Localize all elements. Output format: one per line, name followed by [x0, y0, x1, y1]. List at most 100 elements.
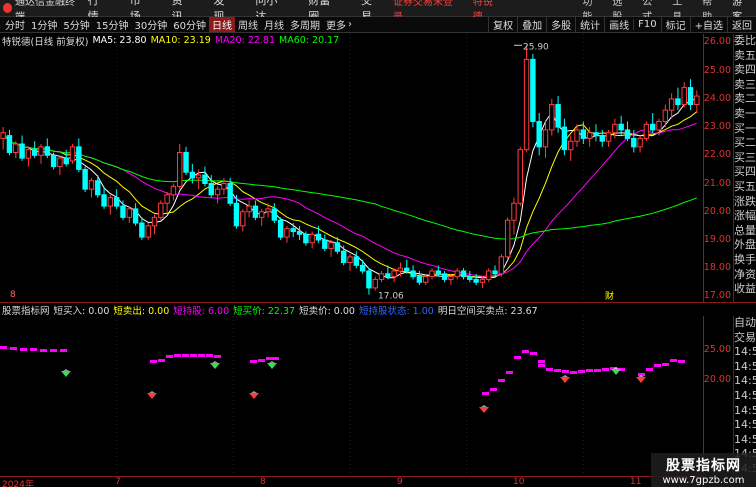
candle — [271, 203, 278, 224]
mark-button[interactable]: 标记 — [660, 17, 690, 32]
price-tick: 26.00 — [703, 36, 731, 48]
buy-diamond-icon — [560, 375, 570, 383]
indicator-legend: 股票指标网 短买入: 0.00 短卖出: 0.00 短持股: 6.00 短买价: 22… — [0, 302, 756, 317]
quote-row-7[interactable]: 买二 — [734, 136, 756, 151]
candle — [221, 177, 227, 195]
quote-row-9[interactable]: 买四 — [734, 165, 756, 180]
candle — [624, 121, 631, 142]
candle — [599, 129, 605, 147]
trade-row-0[interactable]: 自动 — [734, 316, 756, 331]
quote-row-10[interactable]: 买五 — [734, 180, 756, 195]
overlay-button[interactable]: 叠加 — [517, 17, 546, 32]
quote-row-8[interactable]: 买三 — [734, 151, 756, 166]
trade-row-6[interactable]: 14:50 — [734, 404, 756, 419]
tab-monthly[interactable]: 月线 — [261, 17, 287, 32]
candle — [38, 144, 44, 164]
ma-legend: 特锐德(日线 前复权) MA5: 23.80 MA10: 23.19 MA20:… — [0, 34, 339, 48]
candle — [441, 270, 448, 283]
trade-row-2[interactable]: 14:50 — [734, 345, 756, 360]
quote-row-5[interactable]: 卖一 — [734, 107, 756, 122]
trade-row-7[interactable]: 14:50 — [734, 418, 756, 433]
candle — [530, 53, 536, 128]
trade-row-8[interactable]: 14:50 — [734, 433, 756, 448]
draw-button[interactable]: 画线 — [604, 17, 633, 32]
add-watchlist-button[interactable]: +自选 — [689, 17, 727, 32]
tab-more[interactable]: 更多 › — [323, 17, 355, 32]
period-tabs: 分时 1分钟 5分钟 15分钟 30分钟 60分钟 日线 周线 月线 多周期 更… — [0, 17, 355, 32]
trade-row-5[interactable]: 14:50 — [734, 389, 756, 404]
date-label: 2024年 — [2, 480, 34, 487]
date-label: 10 — [513, 477, 525, 487]
date-label: 9 — [397, 477, 403, 487]
kline-chart[interactable]: 25.90 17.06 财 8 — [0, 34, 703, 302]
multi-stock-button[interactable]: 多股 — [546, 17, 575, 32]
candle — [63, 149, 69, 167]
ma20-value: MA20: 22.81 — [214, 35, 276, 46]
quote-panel: 委比 卖五 卖四 卖三 卖二 卖一 买一 买二 买三 买四 买五 涨跌 涨幅 总量 外盘 换手 净资 收益 — [733, 34, 756, 302]
indicator-value-0: 短买入: 0.00 — [53, 305, 110, 317]
quote-row-11[interactable]: 涨跌 — [734, 195, 756, 210]
indicator-value-1: 短卖出: 0.00 — [113, 305, 170, 317]
chart-tools: 复权 叠加 多股 统计 画线 F10 标记 +自选 返回 — [488, 17, 756, 32]
stats-button[interactable]: 统计 — [575, 17, 604, 32]
price-tick: 18.00 — [703, 262, 731, 274]
tab-multi[interactable]: 多周期 — [287, 17, 323, 32]
candle — [687, 79, 694, 111]
adjust-button[interactable]: 复权 — [488, 17, 517, 32]
candle — [31, 141, 38, 159]
high-label: 25.90 — [523, 42, 549, 52]
buy-diamond-icon — [249, 391, 259, 399]
quote-row-12[interactable]: 涨幅 — [734, 209, 756, 224]
tab-weekly[interactable]: 周线 — [235, 17, 261, 32]
low-label: 17.06 — [378, 292, 404, 302]
tab-60min[interactable]: 60分钟 — [170, 17, 209, 32]
quote-row-17[interactable]: 收益 — [734, 282, 756, 297]
title-bar: 通达信金融终端 行情 市场 资讯 发现 问小达 财富圈 交易 证券交易未登录 特… — [0, 0, 756, 23]
candle — [19, 135, 25, 161]
candle — [378, 270, 385, 283]
tab-daily[interactable]: 日线 — [208, 17, 235, 32]
candle — [277, 217, 284, 240]
candle — [460, 268, 467, 280]
trade-row-4[interactable]: 14:50 — [734, 374, 756, 389]
quote-row-13[interactable]: 总量 — [734, 224, 756, 239]
back-button[interactable]: 返回 — [727, 17, 756, 32]
price-tick: 25.00 — [703, 64, 731, 76]
tab-30min[interactable]: 30分钟 — [131, 17, 170, 32]
candle — [164, 191, 170, 212]
quote-row-4[interactable]: 卖二 — [734, 92, 756, 107]
buy-diamond-icon — [636, 375, 646, 383]
candle — [0, 127, 6, 150]
indicator-axis: 25.00 20.00 — [703, 316, 733, 476]
buy-diamond-icon — [479, 405, 489, 413]
quote-row-3[interactable]: 卖三 — [734, 78, 756, 93]
trade-row-3[interactable]: 14:50 — [734, 360, 756, 375]
candle — [668, 93, 675, 119]
candle — [202, 166, 208, 187]
quote-row-15[interactable]: 换手 — [734, 253, 756, 268]
trade-row-1[interactable]: 交易 — [734, 331, 756, 346]
quote-row-2[interactable]: 卖四 — [734, 63, 756, 78]
quote-row-0[interactable]: 委比 — [734, 34, 756, 49]
watermark-url: www.7gpzb.com — [662, 474, 745, 486]
indicator-chart[interactable] — [0, 316, 703, 476]
sell-diamond-icon — [210, 361, 220, 369]
chart-toolbar: 分时 1分钟 5分钟 15分钟 30分钟 60分钟 日线 周线 月线 多周期 更… — [0, 17, 756, 33]
date-axis: 2024年 7 8 9 10 11 — [0, 476, 703, 487]
quote-row-6[interactable]: 买一 — [734, 122, 756, 137]
indicator-name[interactable]: 股票指标网 — [0, 303, 50, 317]
tab-15min[interactable]: 15分钟 — [93, 17, 132, 32]
quote-row-16[interactable]: 净资 — [734, 268, 756, 283]
quote-row-14[interactable]: 外盘 — [734, 238, 756, 253]
candle — [107, 194, 114, 215]
quote-row-1[interactable]: 卖五 — [734, 49, 756, 64]
tab-intraday[interactable]: 分时 — [2, 17, 28, 32]
tab-1min[interactable]: 1分钟 — [28, 17, 60, 32]
candle — [542, 121, 549, 159]
f10-button[interactable]: F10 — [633, 19, 660, 30]
candle — [479, 276, 486, 288]
date-label: 8 — [260, 477, 266, 487]
indicator-value-3: 短买价: 22.37 — [233, 305, 296, 317]
tab-5min[interactable]: 5分钟 — [60, 17, 92, 32]
candle — [214, 186, 221, 204]
